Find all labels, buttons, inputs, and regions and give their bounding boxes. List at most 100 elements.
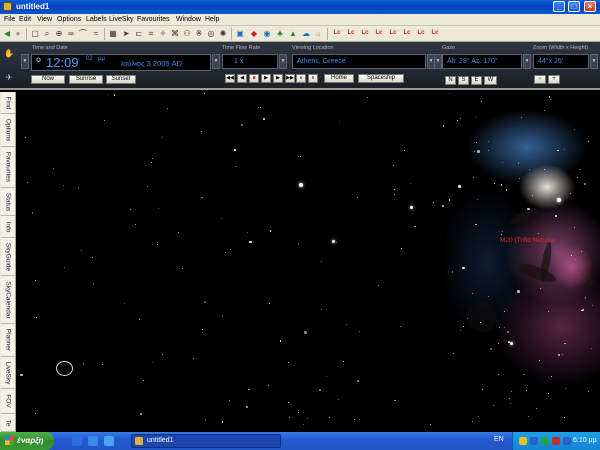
menu-view[interactable]: View [37,16,52,23]
now-button[interactable]: Now [31,75,65,84]
media-player-icon[interactable] [104,436,114,446]
gaze-left-dropdown[interactable]: ▼ [434,54,442,69]
globe-icon[interactable]: ◎ [206,28,216,39]
step-back-button[interactable]: ◀ [237,74,247,83]
time-dropdown[interactable]: ▼ [21,54,29,69]
clock[interactable]: 6:10 μμ [573,437,597,444]
tab-skycalendar[interactable]: SkyCalendar [1,276,15,324]
comet-icon[interactable]: ≈ [91,28,101,39]
tab-livesky[interactable]: LiveSky [1,357,15,389]
tray-icon-1[interactable] [519,437,527,445]
stop-button[interactable]: ■ [249,74,259,83]
tray-icon-5[interactable] [563,437,571,445]
hand-icon[interactable]: ✋ [4,48,14,59]
language-indicator[interactable]: EN [494,436,504,443]
sun-icon[interactable]: ☼ [313,28,323,39]
location-down-button[interactable]: ∨ [296,74,306,83]
planet-icon[interactable]: ◉ [262,28,272,39]
play-button[interactable]: ▶ [261,74,271,83]
zoom-dropdown[interactable]: ▼ [590,54,598,69]
diamond-icon[interactable]: ◆ [249,28,259,39]
bracket-icon[interactable]: ⊏ [134,28,144,39]
tray-icon-2[interactable] [530,437,538,445]
close-button[interactable]: × [584,1,596,12]
bright-star[interactable] [299,183,303,187]
zoom-in-button[interactable]: + [548,75,560,84]
grid-icon[interactable]: ⌗ [146,28,156,39]
sunrise-button[interactable]: Sunrise [69,75,103,84]
label-toggle-5-icon[interactable]: Lc [388,28,398,39]
label-toggle-2-icon[interactable]: Lc [346,28,356,39]
tree-icon[interactable]: ♣ [275,28,285,39]
tab-skyguide[interactable]: SkyGuide [1,238,15,276]
south-button[interactable]: S [458,76,469,85]
taskbar-item-untitled1[interactable]: untitled1 [131,434,281,448]
internet-explorer-icon[interactable] [72,436,82,446]
tab-info[interactable]: Info [1,216,15,238]
menu-options[interactable]: Options [57,16,81,23]
location-up-button[interactable]: ∧ [308,74,318,83]
bright-star[interactable] [410,206,413,209]
date-dropdown[interactable]: ▼ [212,54,220,69]
chart-grid-icon[interactable]: ▦ [108,28,118,39]
east-button[interactable]: E [471,76,482,85]
nebula-label[interactable]: M20 (Trifid Nebula) [500,237,555,244]
sky-view[interactable]: M20 (Trifid Nebula) [17,92,600,432]
search-icon[interactable]: ⌕ [42,28,52,39]
page-icon[interactable]: ▢ [30,28,40,39]
rewind-fast-button[interactable]: ◀◀ [225,74,235,83]
north-button[interactable]: N [445,76,456,85]
back-icon[interactable]: ◀ [2,28,12,39]
zoom-icon[interactable]: ⊕ [54,28,64,39]
show-desktop-icon[interactable] [88,436,98,446]
constellation-icon[interactable]: ✧ [158,28,168,39]
boundary-icon[interactable]: ⌘ [170,28,180,39]
menu-help[interactable]: Help [205,16,219,23]
tab-planner[interactable]: Planner [1,324,15,357]
step-forward-button[interactable]: ▶ [273,74,283,83]
label-toggle-7-icon[interactable]: Lc [416,28,426,39]
forward-fast-button[interactable]: ▶▶ [285,74,295,83]
time-flow-dropdown[interactable]: ▼ [279,54,287,69]
tab-te[interactable]: Te [1,414,15,432]
trifid-nebula-image[interactable] [447,92,600,432]
zoom-display[interactable]: 44°x 25' [533,54,589,69]
label-toggle-3-icon[interactable]: Lc [360,28,370,39]
forward-icon[interactable]: ● [13,28,23,39]
zoom-out-button[interactable]: − [534,75,546,84]
label-toggle-6-icon[interactable]: Lc [402,28,412,39]
bright-star[interactable] [332,240,335,243]
start-button[interactable]: έναρξη [0,432,54,450]
atmosphere-icon[interactable]: ☁ [301,28,311,39]
spaceship-button[interactable]: Spaceship [358,74,404,83]
milky-way-icon[interactable]: ※ [194,28,204,39]
horizon-icon[interactable]: ▲ [288,28,298,39]
label-toggle-4-icon[interactable]: Lc [374,28,384,39]
menu-labels[interactable]: Labels [86,16,107,23]
tab-status[interactable]: Status [1,188,15,216]
time-flow-display[interactable]: 1 x [222,54,278,69]
deep-sky-icon[interactable]: ✺ [218,28,228,39]
maximize-button[interactable]: □ [568,1,580,12]
minimize-button[interactable]: _ [553,1,565,12]
menu-favourites[interactable]: Favourites [137,16,170,23]
tray-icon-4[interactable] [552,437,560,445]
figure-icon[interactable]: ⚇ [182,28,192,39]
tab-find[interactable]: Find [1,92,15,114]
time-date-display[interactable]: ✪ 12:09 02 μμ Ιούλιος 3 2005 AD [31,54,211,71]
gaze-dropdown[interactable]: ▼ [523,54,531,69]
tab-options[interactable]: Options [1,114,15,147]
menu-livesky[interactable]: LiveSky [109,16,134,23]
menu-window[interactable]: Window [176,16,201,23]
gaze-display[interactable]: Alt: 28° Az: 170° [442,54,522,69]
west-button[interactable]: W [484,76,497,85]
pointer-icon[interactable]: ➤ [121,28,131,39]
tray-icon-3[interactable] [541,437,549,445]
window-title-bar[interactable]: untitled1 _ □ × [0,0,600,14]
pin-icon[interactable]: ✈ [4,72,14,83]
tab-fov[interactable]: FOV [1,389,15,414]
home-button[interactable]: Home [324,74,354,83]
label-toggle-8-icon[interactable]: Lc [430,28,440,39]
bright-star[interactable] [557,198,561,202]
image-icon[interactable]: ▣ [235,28,245,39]
